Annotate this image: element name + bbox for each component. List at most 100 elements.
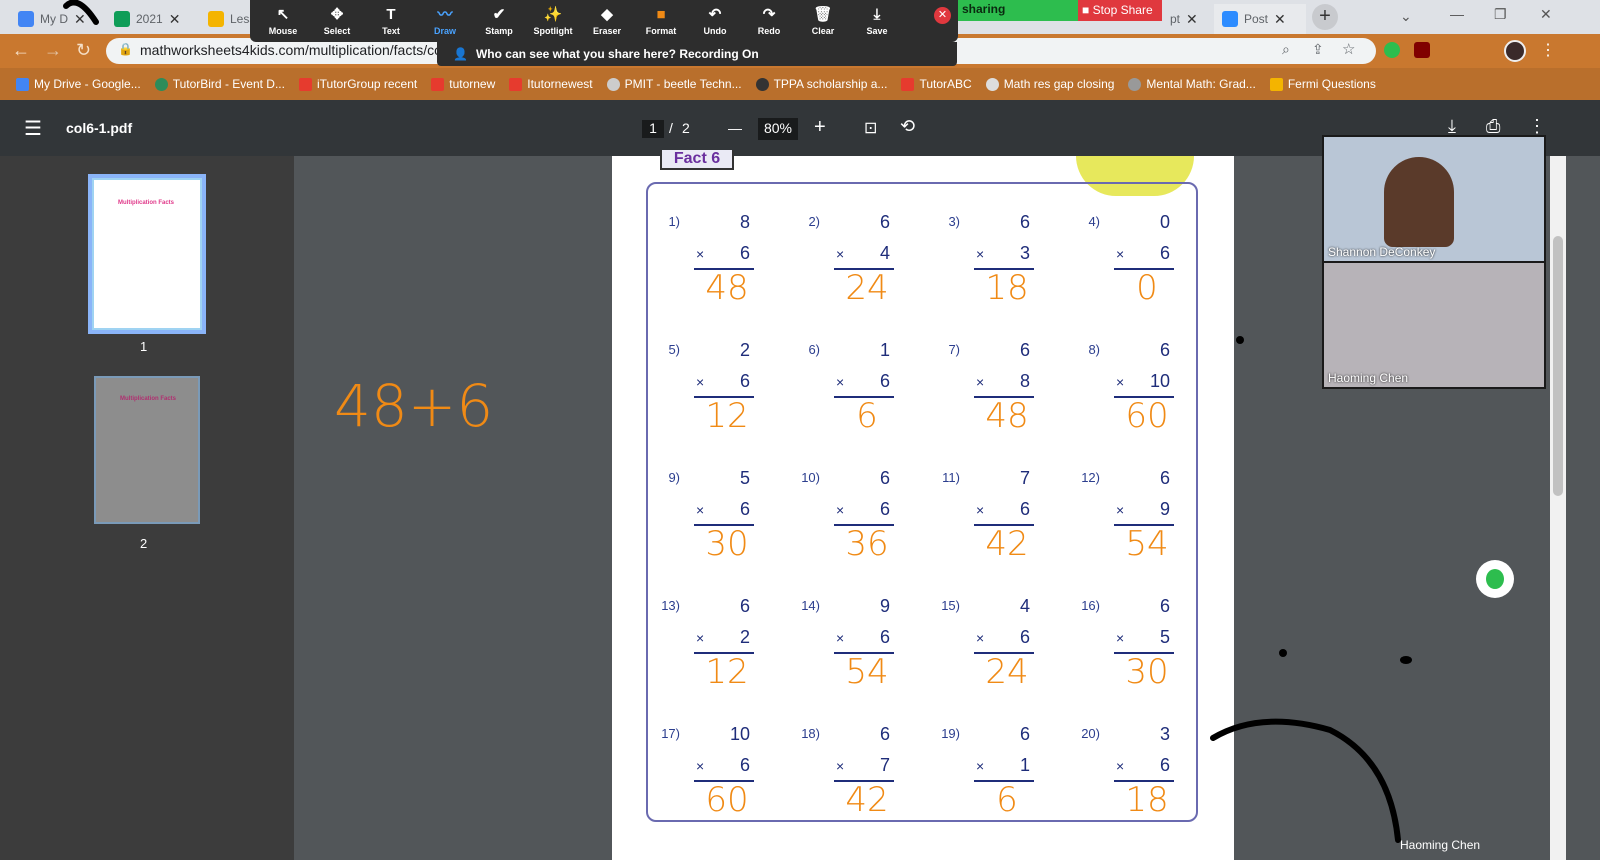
fit-page-icon[interactable]: ⊡	[864, 118, 877, 138]
evernote-extension-icon[interactable]	[1384, 42, 1400, 58]
redo-icon: ↷	[762, 6, 776, 23]
tool-mouse-button[interactable]: ↖ Mouse	[256, 6, 310, 36]
tab-search-icon[interactable]: ⌄	[1400, 8, 1412, 25]
bookmark-item[interactable]: tutornew	[431, 77, 495, 91]
tool-spotlight-button[interactable]: ✨ Spotlight	[526, 6, 580, 36]
scrollbar[interactable]	[1550, 156, 1566, 860]
profile-avatar[interactable]	[1504, 40, 1526, 62]
page-separator: /	[669, 120, 673, 136]
times-sign: ×	[836, 374, 845, 390]
multiplier: 6	[739, 499, 750, 519]
tool-format-button[interactable]: ■ Format	[634, 6, 688, 36]
tutorbird-icon	[154, 77, 168, 91]
handwritten-answer: 18	[985, 268, 1029, 308]
problem-number: 6)	[808, 342, 820, 357]
reload-icon[interactable]: ↻	[76, 40, 91, 61]
page-thumbnail-2[interactable]: Multiplication Facts	[94, 376, 200, 524]
bookmark-item[interactable]: Fermi Questions	[1269, 77, 1376, 91]
browser-tab[interactable]: My D ✕	[10, 4, 104, 34]
participant-video-1[interactable]: Shannon DeConkey	[1324, 137, 1544, 261]
tool-eraser-button[interactable]: ◆ Eraser	[580, 6, 634, 36]
bookmark-item[interactable]: PMIT - beetle Techn...	[606, 77, 742, 91]
handwritten-answer: 48	[705, 268, 749, 308]
browser-tab[interactable]: 2021 ✕	[106, 4, 198, 34]
zoom-page-icon[interactable]: ⌕	[1282, 41, 1290, 58]
bookmark-item[interactable]: Mental Math: Grad...	[1128, 77, 1256, 91]
times-sign: ×	[1116, 374, 1125, 390]
rotate-icon[interactable]: ⟲	[900, 116, 915, 137]
problem-number: 5)	[668, 342, 680, 357]
chrome-menu-icon[interactable]: ⋮	[1540, 40, 1556, 60]
page-thumbnail-1[interactable]: Multiplication Facts	[88, 174, 206, 334]
new-tab-button[interactable]: +	[1312, 4, 1338, 30]
tool-label: Stamp	[485, 26, 513, 36]
multiplicand: 8	[739, 212, 750, 232]
page-number-input[interactable]: 1	[642, 120, 664, 138]
restore-icon[interactable]: ❐	[1494, 6, 1507, 23]
bookmark-item[interactable]: Math res gap closing	[985, 77, 1114, 91]
tool-select-button[interactable]: ✥ Select	[310, 6, 364, 36]
stop-share-button[interactable]: ■ Stop Share	[1078, 0, 1162, 21]
browser-tab[interactable]: pt ✕	[1162, 4, 1210, 34]
times-sign: ×	[696, 630, 705, 646]
bookmark-star-icon[interactable]: ☆	[1342, 40, 1355, 58]
zoom-in-button[interactable]: +	[814, 116, 826, 139]
tool-label: Clear	[811, 26, 835, 36]
tab-title: My D	[40, 12, 68, 26]
multiplier: 1	[1019, 755, 1030, 775]
tab-title: 2021	[136, 12, 163, 26]
print-icon[interactable]: ⎙	[1486, 116, 1500, 137]
tool-stamp-button[interactable]: ✔ Stamp	[472, 6, 526, 36]
bookmark-item[interactable]: TutorBird - Event D...	[154, 77, 285, 91]
bookmark-item[interactable]: TutorABC	[901, 77, 972, 91]
tool-label: Eraser	[592, 26, 622, 36]
tool-undo-button[interactable]: ↶ Undo	[688, 6, 742, 36]
close-tab-icon[interactable]: ✕	[74, 11, 86, 28]
sharing-indicator: sharing	[958, 0, 1078, 21]
browser-tab[interactable]: Post ✕	[1214, 4, 1306, 34]
close-tab-icon[interactable]: ✕	[1186, 11, 1198, 28]
close-annotation-icon[interactable]: ✕	[934, 7, 951, 24]
fermi-icon	[1269, 77, 1283, 91]
bookmark-item[interactable]: Itutornewest	[509, 77, 593, 91]
zoom-out-button[interactable]: —	[728, 120, 742, 136]
tool-text-button[interactable]: T Text	[364, 6, 418, 36]
bookmark-item[interactable]: iTutorGroup recent	[298, 77, 417, 91]
evernote-clipper-icon[interactable]	[1476, 560, 1514, 598]
eraser-icon: ◆	[601, 6, 613, 23]
scrollbar-thumb[interactable]	[1553, 236, 1563, 496]
bookmark-item[interactable]: TPPA scholarship a...	[755, 77, 887, 91]
draw-icon: 〰	[437, 6, 453, 23]
close-window-icon[interactable]: ✕	[1540, 6, 1552, 23]
multiplicand: 6	[1019, 340, 1030, 360]
forward-icon[interactable]: →	[44, 40, 62, 61]
tool-save-button[interactable]: ⤓ Save	[850, 6, 904, 36]
share-icon[interactable]: ⇪	[1312, 41, 1324, 58]
browser-tab[interactable]: Less	[200, 4, 255, 34]
minimize-icon[interactable]: —	[1450, 6, 1464, 22]
share-visibility-notice[interactable]: 👤 Who can see what you share here? Recor…	[437, 42, 957, 66]
drive-icon	[16, 77, 29, 91]
download-icon[interactable]: ⤓	[1448, 116, 1456, 137]
thumbnail-label: 1	[140, 339, 148, 354]
more-options-icon[interactable]: ⋮	[1528, 116, 1546, 137]
ublock-extension-icon[interactable]	[1414, 42, 1430, 58]
menu-icon[interactable]: ☰	[24, 116, 42, 141]
zoom-level-input[interactable]: 80%	[758, 118, 798, 140]
bookmark-item[interactable]: My Drive - Google...	[16, 77, 141, 91]
spotlight-icon: ✨	[543, 6, 563, 23]
tool-draw-button[interactable]: 〰 Draw	[418, 6, 472, 36]
tool-clear-button[interactable]: 🗑 Clear	[796, 6, 850, 36]
back-icon[interactable]: ←	[12, 40, 30, 61]
tool-redo-button[interactable]: ↷ Redo	[742, 6, 796, 36]
participant-video-2[interactable]: Haoming Chen	[1324, 263, 1544, 387]
times-sign: ×	[1116, 758, 1125, 774]
handwritten-answer: 54	[1125, 524, 1169, 564]
multiplier: 6	[879, 627, 890, 647]
problem-number: 2)	[808, 214, 820, 229]
close-tab-icon[interactable]: ✕	[169, 11, 181, 28]
handwritten-answer: 30	[705, 524, 749, 564]
format-icon: ■	[656, 6, 666, 23]
close-tab-icon[interactable]: ✕	[1274, 11, 1286, 28]
globe-icon	[1128, 77, 1142, 91]
